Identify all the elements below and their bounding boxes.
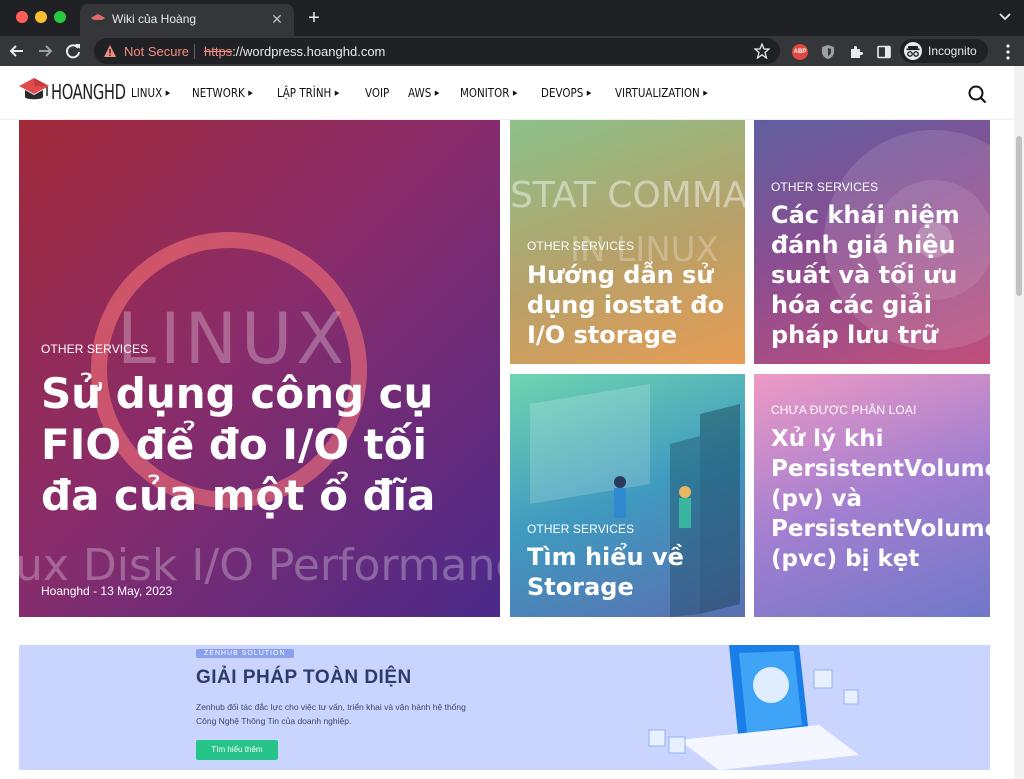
banner-learn-more-button[interactable]: Tìm hiểu thêm: [196, 740, 278, 760]
puzzle-extensions-icon[interactable]: [848, 44, 864, 60]
adblock-extension-icon[interactable]: ABP: [792, 44, 808, 60]
chevron-down-icon[interactable]: [998, 10, 1012, 24]
shield-extension-icon[interactable]: [820, 44, 836, 60]
side-panel-icon[interactable]: [876, 44, 892, 60]
post-meta: Hoanghd - 13 May, 2023: [41, 584, 172, 598]
browser-tab[interactable]: Wiki của Hoàng ✕: [80, 4, 294, 36]
new-tab-button[interactable]: +: [303, 7, 325, 29]
menu-label: DEVOPS: [541, 86, 584, 100]
post-category[interactable]: OTHER SERVICES: [41, 342, 148, 356]
not-secure-label[interactable]: Not Secure: [124, 44, 189, 59]
scrollbar-thumb[interactable]: [1016, 136, 1022, 296]
menu-item-voip[interactable]: VOIP: [365, 86, 389, 100]
post-category[interactable]: OTHER SERVICES: [527, 522, 634, 536]
menu-item-lap-trinh[interactable]: LẬP TRÌNH ▶: [277, 86, 339, 100]
warning-triangle-icon: [104, 45, 116, 57]
url-host: ://wordpress.hoanghd.com: [232, 44, 386, 59]
menu-label: AWS: [408, 86, 432, 100]
caret-right-icon: ▶: [335, 89, 340, 97]
back-arrow-icon[interactable]: [6, 40, 28, 62]
incognito-label: Incognito: [928, 44, 977, 58]
banner-title: GIẢI PHÁP TOÀN DIỆN: [196, 667, 412, 688]
post-card[interactable]: OTHER SERVICES Các khái niệm đánh giá hi…: [754, 120, 990, 364]
menu-label: VIRTUALIZATION: [614, 86, 700, 100]
post-card[interactable]: OTHER SERVICES Tìm hiểu về Storage: [510, 374, 745, 617]
banner-description: Zenhub đối tác đắc lực cho việc tư vấn, …: [196, 702, 466, 726]
url-text[interactable]: https://wordpress.hoanghd.com: [204, 44, 385, 59]
menu-item-network[interactable]: NETWORK ▶: [192, 86, 253, 100]
url-scheme: https: [204, 44, 233, 59]
post-title[interactable]: Hướng dẫn sử dụng iostat đo I/O storage: [527, 260, 732, 350]
caret-right-icon: ▶: [703, 89, 708, 97]
menu-item-linux[interactable]: LINUX ▶: [131, 86, 170, 100]
menu-item-aws[interactable]: AWS ▶: [408, 86, 439, 100]
page-viewport: HOANGHD LINUX ▶ NETWORK ▶ LẬP TRÌNH ▶ VOIP …: [0, 66, 1024, 779]
tab-title: Wiki của Hoàng: [112, 12, 197, 26]
post-date: 13 May, 2023: [100, 584, 173, 598]
post-title[interactable]: Sử dụng công cụ FIO để đo I/O tối đa của…: [41, 368, 441, 521]
post-category[interactable]: OTHER SERVICES: [771, 180, 878, 194]
menu-label: NETWORK: [191, 86, 245, 100]
caret-right-icon: ▶: [587, 89, 592, 97]
post-title[interactable]: Tìm hiểu về Storage: [527, 542, 732, 602]
menu-label: VOIP: [364, 86, 390, 100]
post-title[interactable]: Các khái niệm đánh giá hiệu suất và tối …: [771, 200, 976, 350]
close-tab-icon[interactable]: ✕: [268, 10, 286, 28]
post-title[interactable]: Xử lý khi PersistentVolume (pv) và Persi…: [771, 424, 990, 574]
caret-right-icon: ▶: [165, 89, 171, 97]
main-menu: LINUX ▶ NETWORK ▶ LẬP TRÌNH ▶ VOIP AWS ▶ MON…: [131, 86, 738, 100]
featured-post[interactable]: LINUX ux Disk I/O Performanc OTHER SERVI…: [19, 120, 500, 617]
address-separator: [194, 44, 195, 59]
site-header: HOANGHD LINUX ▶ NETWORK ▶ LẬP TRÌNH ▶ VOIP …: [0, 66, 1014, 120]
graduation-cap-icon: [91, 14, 105, 25]
maximize-window-button[interactable]: [54, 11, 66, 23]
minimize-window-button[interactable]: [35, 11, 47, 23]
caret-right-icon: ▶: [434, 89, 440, 97]
more-menu-icon[interactable]: [1006, 44, 1010, 60]
menu-label: MONITOR: [459, 86, 510, 100]
graduation-cap-logo-icon[interactable]: [18, 76, 50, 104]
incognito-icon: [904, 42, 922, 60]
menu-item-devops[interactable]: DEVOPS ▶: [541, 86, 591, 100]
forward-arrow-icon[interactable]: [34, 40, 56, 62]
address-bar[interactable]: Not Secure https://wordpress.hoanghd.com: [94, 38, 780, 64]
close-window-button[interactable]: [16, 11, 28, 23]
post-category[interactable]: OTHER SERVICES: [527, 239, 634, 253]
search-icon[interactable]: [966, 83, 988, 105]
browser-toolbar: Not Secure https://wordpress.hoanghd.com…: [0, 36, 1024, 66]
menu-label: LINUX: [131, 86, 163, 100]
iostat-watermark: STAT COMMAN: [510, 175, 745, 216]
page-scrollbar[interactable]: [1014, 66, 1024, 779]
laptop-ai-illustration: [648, 645, 859, 770]
zenhub-ad-banner[interactable]: ZENHUB SOLUTION GIẢI PHÁP TOÀN DIỆN Zenh…: [19, 645, 990, 770]
browser-tab-bar: Wiki của Hoàng ✕ +: [0, 0, 1024, 36]
reload-icon[interactable]: [62, 40, 84, 62]
bookmark-star-icon[interactable]: [754, 43, 770, 59]
post-card[interactable]: CHƯA ĐƯỢC PHÂN LOẠI Xử lý khi Persistent…: [754, 374, 990, 617]
menu-item-monitor[interactable]: MONITOR ▶: [460, 86, 517, 100]
caret-right-icon: ▶: [247, 89, 253, 97]
menu-item-virtualization[interactable]: VIRTUALIZATION ▶: [615, 86, 708, 100]
post-category[interactable]: CHƯA ĐƯỢC PHÂN LOẠI: [771, 403, 916, 417]
post-author[interactable]: Hoanghd: [41, 584, 90, 598]
menu-label: LẬP TRÌNH: [277, 86, 332, 100]
incognito-profile-button[interactable]: Incognito: [900, 39, 988, 63]
banner-tag: ZENHUB SOLUTION: [196, 649, 294, 658]
caret-right-icon: ▶: [512, 89, 518, 97]
post-card[interactable]: STAT COMMAN IN LINUX OTHER SERVICES Hướn…: [510, 120, 745, 364]
site-logo-text[interactable]: HOANGHD: [51, 80, 126, 104]
